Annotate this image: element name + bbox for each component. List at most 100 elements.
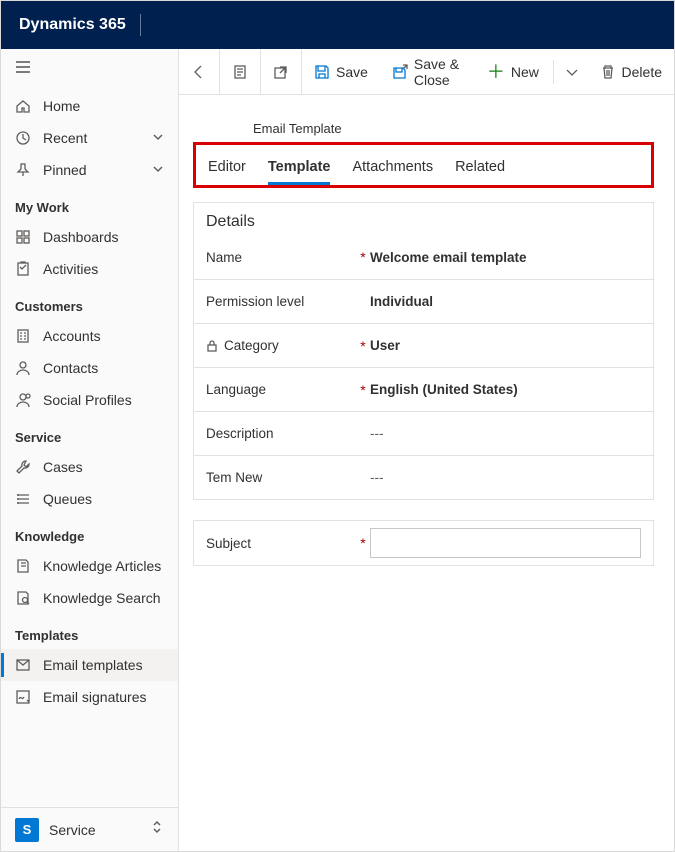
queue-icon (15, 491, 31, 507)
cmd-generic-2[interactable] (261, 49, 302, 95)
area-label: Service (49, 822, 96, 838)
sidebar-group-knowledge: Knowledge (1, 515, 178, 550)
emailtpl-icon (15, 657, 31, 673)
sidebar-item-knowledge-search[interactable]: Knowledge Search (1, 582, 178, 614)
sidebar-scroll: Home Recent Pinned My Work Dashboards Activi… (1, 90, 178, 807)
field-row-category[interactable]: Category*User (194, 323, 653, 367)
sidebar-item-knowledge-articles[interactable]: Knowledge Articles (1, 550, 178, 582)
tab-related[interactable]: Related (455, 151, 505, 185)
sidebar-group-templates: Templates (1, 614, 178, 649)
sidebar: Home Recent Pinned My Work Dashboards Activi… (1, 49, 179, 851)
field-label: Name (206, 250, 356, 265)
save-button[interactable]: Save (302, 49, 380, 95)
sidebar-item-label: Dashboards (43, 229, 119, 245)
sidebar-item-recent[interactable]: Recent (1, 122, 178, 154)
subject-input[interactable] (370, 528, 641, 558)
save-close-button[interactable]: Save & Close (380, 49, 475, 95)
tab-editor[interactable]: Editor (208, 151, 246, 185)
field-row-language[interactable]: Language*English (United States) (194, 367, 653, 411)
sidebar-item-cases[interactable]: Cases (1, 451, 178, 483)
field-value: --- (370, 470, 641, 485)
sidebar-group-service: Service (1, 416, 178, 451)
field-label: Description (206, 426, 356, 441)
trash-icon (600, 64, 616, 80)
sidebar-item-label: Knowledge Search (43, 590, 161, 606)
sidebar-item-contacts[interactable]: Contacts (1, 352, 178, 384)
area-badge: S (15, 818, 39, 842)
chevron-down-icon (564, 64, 580, 80)
save-close-icon (392, 64, 408, 80)
required-indicator: * (356, 338, 370, 354)
sidebar-item-label: Home (43, 98, 80, 114)
plus-icon: ＋ (487, 63, 505, 81)
clipboard-icon (15, 261, 31, 277)
sidebar-item-label: Email signatures (43, 689, 147, 705)
sidebar-item-label: Recent (43, 130, 87, 146)
new-dropdown[interactable] (556, 49, 588, 95)
field-label: Tem New (206, 470, 356, 485)
field-row-description[interactable]: Description --- (194, 411, 653, 455)
home-icon (15, 98, 31, 114)
sidebar-group-customers: Customers (1, 285, 178, 320)
wrench-icon (15, 459, 31, 475)
chevron-down-icon (152, 162, 164, 178)
signature-icon (15, 689, 31, 705)
lock-icon (206, 340, 218, 352)
cmd-generic-1[interactable] (220, 49, 261, 95)
sidebar-item-home[interactable]: Home (1, 90, 178, 122)
sidebar-item-label: Queues (43, 491, 92, 507)
field-row-permission-level[interactable]: Permission levelIndividual (194, 279, 653, 323)
sidebar-group-my-work: My Work (1, 186, 178, 221)
subject-card: Subject * (193, 520, 654, 566)
field-row-name[interactable]: Name*Welcome email template (194, 235, 653, 279)
required-indicator: * (356, 382, 370, 398)
social-icon (15, 392, 31, 408)
delete-button[interactable]: Delete (588, 49, 674, 95)
app-title: Dynamics 365 (19, 16, 126, 34)
save-label: Save (336, 64, 368, 80)
sidebar-item-email-signatures[interactable]: Email signatures (1, 681, 178, 713)
topbar-divider (140, 14, 141, 36)
top-bar: Dynamics 365 (1, 1, 674, 49)
pin-icon (15, 162, 31, 178)
sidebar-item-queues[interactable]: Queues (1, 483, 178, 515)
delete-label: Delete (622, 64, 662, 80)
content-area: Save Save & Close ＋ New Delete Email Tem… (179, 49, 674, 851)
sidebar-item-label: Knowledge Articles (43, 558, 161, 574)
updown-icon (150, 820, 164, 839)
sidebar-item-dashboards[interactable]: Dashboards (1, 221, 178, 253)
back-button[interactable] (179, 49, 220, 95)
record-type-label: Email Template (193, 111, 654, 142)
new-button[interactable]: ＋ New (475, 49, 551, 95)
sidebar-item-activities[interactable]: Activities (1, 253, 178, 285)
hamburger-button[interactable] (1, 49, 178, 90)
back-icon (191, 64, 207, 80)
tab-attachments[interactable]: Attachments (352, 151, 433, 185)
field-row-tem-new[interactable]: Tem New --- (194, 455, 653, 499)
person-icon (15, 360, 31, 376)
tab-template[interactable]: Template (268, 151, 331, 185)
new-label: New (511, 64, 539, 80)
hamburger-icon (15, 59, 31, 75)
building-icon (15, 328, 31, 344)
sidebar-item-label: Accounts (43, 328, 101, 344)
clock-icon (15, 130, 31, 146)
area-switcher[interactable]: S Service (1, 807, 178, 851)
sidebar-item-label: Cases (43, 459, 83, 475)
field-value: --- (370, 426, 641, 441)
document-icon (232, 64, 248, 80)
book-icon (15, 558, 31, 574)
page-body: Email Template Editor Template Attachments… (179, 95, 674, 851)
sidebar-item-social-profiles[interactable]: Social Profiles (1, 384, 178, 416)
required-indicator: * (356, 249, 370, 265)
sidebar-item-pinned[interactable]: Pinned (1, 154, 178, 186)
popout-icon (273, 64, 289, 80)
sidebar-item-email-templates[interactable]: Email templates (1, 649, 178, 681)
sidebar-item-accounts[interactable]: Accounts (1, 320, 178, 352)
field-label: Language (206, 382, 356, 397)
sidebar-item-label: Email templates (43, 657, 143, 673)
field-label: Permission level (206, 294, 356, 309)
details-card: Details Name*Welcome email templatePermi… (193, 202, 654, 500)
field-label: Category (206, 338, 356, 353)
booksearch-icon (15, 590, 31, 606)
